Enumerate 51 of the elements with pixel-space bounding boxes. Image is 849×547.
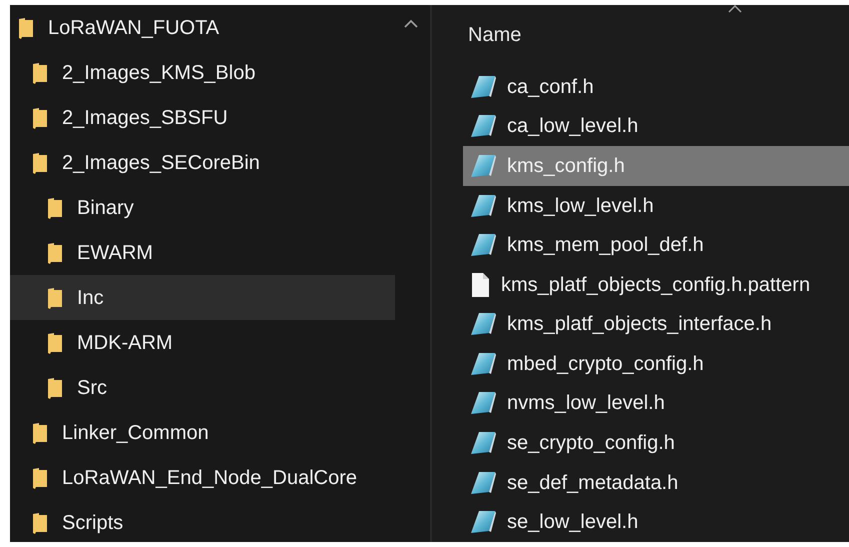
file-item[interactable]: se_def_metadata.h <box>463 462 849 502</box>
tree-item[interactable]: MDK-ARM <box>10 320 395 365</box>
column-header[interactable]: Name <box>468 20 522 50</box>
header-file-icon <box>469 233 497 258</box>
folder-icon <box>47 286 63 308</box>
header-file-icon <box>469 74 497 99</box>
header-file-icon <box>469 431 497 456</box>
tree-item[interactable]: Linker_Common <box>10 410 395 455</box>
sort-chevron-icon <box>728 5 742 13</box>
tree-item[interactable]: Inc <box>10 275 395 320</box>
file-item[interactable]: ca_conf.h <box>463 66 849 107</box>
header-file-icon <box>469 352 497 376</box>
file-item[interactable]: kms_platf_objects_config.h.pattern <box>463 264 849 304</box>
header-file-icon <box>469 470 497 495</box>
header-file-icon <box>469 194 497 218</box>
file-item[interactable]: se_low_level.h <box>463 502 849 542</box>
file-item[interactable]: kms_platf_objects_interface.h <box>463 304 849 344</box>
file-item[interactable]: nvms_low_level.h <box>463 384 849 424</box>
folder-icon <box>32 512 48 534</box>
file-item[interactable]: mbed_crypto_config.h <box>463 344 849 384</box>
folder-icon <box>32 422 48 444</box>
tree-item[interactable]: LoRaWAN_End_Node_DualCore <box>10 455 395 500</box>
folder-icon <box>18 16 34 38</box>
tree-item[interactable]: LoRaWAN_FUOTA <box>10 5 395 50</box>
header-file-icon <box>469 510 497 534</box>
file-item[interactable]: kms_low_level.h <box>463 186 849 226</box>
tree-item[interactable]: Src <box>10 365 395 410</box>
collapse-chevron-icon[interactable] <box>404 19 418 28</box>
tree-item[interactable]: Binary <box>10 185 395 230</box>
tree-item[interactable]: EWARM <box>10 230 395 275</box>
folder-icon <box>47 196 63 218</box>
file-item[interactable]: kms_config.h <box>463 146 849 186</box>
file-item[interactable]: se_crypto_config.h <box>463 423 849 463</box>
folder-icon <box>32 466 48 488</box>
document-icon <box>469 272 491 298</box>
folder-icon <box>47 332 63 354</box>
file-item[interactable]: ca_low_level.h <box>463 106 849 146</box>
folder-icon <box>47 242 63 264</box>
tree-item[interactable]: 2_Images_SECoreBin <box>10 140 395 185</box>
folder-icon <box>32 62 48 84</box>
folder-icon <box>32 106 48 128</box>
tree-item[interactable]: Scripts <box>10 500 395 545</box>
tree-item[interactable]: 2_Images_KMS_Blob <box>10 50 395 95</box>
header-file-icon <box>469 114 497 138</box>
header-file-icon <box>469 154 497 178</box>
folder-icon <box>32 152 48 174</box>
header-file-icon <box>469 312 497 336</box>
header-file-icon <box>469 391 497 416</box>
file-item[interactable]: kms_mem_pool_def.h <box>463 225 849 265</box>
folder-icon <box>47 376 63 398</box>
tree-item[interactable]: 2_Images_SBSFU <box>10 95 395 140</box>
